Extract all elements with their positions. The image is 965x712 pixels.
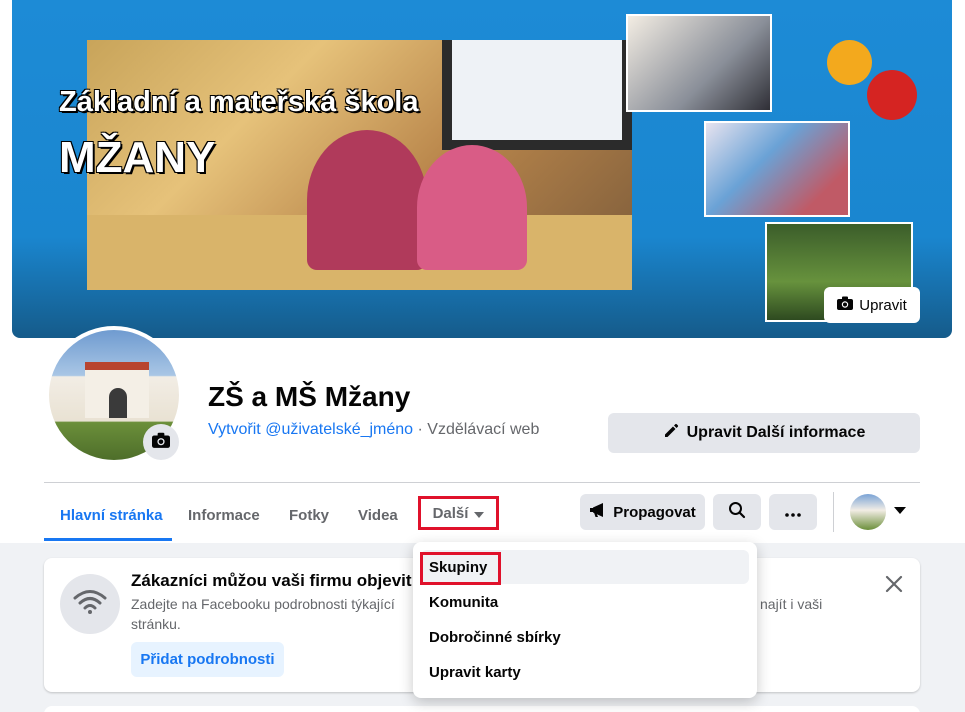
card-description: Zadejte na Facebooku podrobnosti týkajíc… — [131, 596, 395, 612]
tab-photos[interactable]: Fotky — [289, 495, 329, 535]
page-category: Vzdělávací web — [427, 421, 540, 438]
create-username-link[interactable]: Vytvořit @uživatelské_jméno — [208, 421, 413, 438]
dropdown-item-fundraisers[interactable]: Dobročinné sbírky — [421, 620, 749, 654]
header-divider — [44, 482, 920, 483]
close-card-button[interactable] — [880, 572, 908, 600]
add-details-button[interactable]: Přidat podrobnosti — [131, 642, 284, 677]
search-button[interactable] — [713, 494, 761, 530]
dropdown-item-community[interactable]: Komunita — [421, 585, 749, 619]
more-dots-icon — [785, 504, 801, 521]
pencil-icon — [663, 423, 679, 444]
highlight-box — [420, 552, 501, 585]
wifi-icon — [73, 589, 107, 620]
tab-info[interactable]: Informace — [188, 495, 260, 535]
cover-title-line1: Základní a mateřská škola — [59, 86, 419, 118]
cover-title-line2: MŽANY — [59, 133, 216, 182]
more-options-button[interactable] — [769, 494, 817, 530]
card-description-line2: stránku. — [131, 616, 181, 632]
card-description-continued: najít i vaši — [760, 596, 823, 612]
cover-collage-photo — [704, 121, 850, 217]
search-icon — [728, 501, 746, 523]
cover-photo[interactable]: Základní a mateřská škola MŽANY Upravit — [12, 0, 952, 338]
page-title: ZŠ a MŠ Mžany — [208, 381, 411, 412]
tab-more-label: Další — [432, 504, 469, 522]
vertical-divider — [833, 492, 834, 532]
edit-cover-button[interactable]: Upravit — [824, 287, 920, 323]
interactive-board — [442, 40, 632, 150]
update-profile-picture-button[interactable] — [143, 424, 179, 460]
next-card — [44, 706, 920, 712]
tab-videos[interactable]: Videa — [358, 495, 398, 535]
close-icon — [885, 575, 903, 598]
facebook-page-profile: Základní a mateřská škola MŽANY Upravit … — [0, 0, 965, 712]
camera-icon — [837, 296, 854, 314]
child-figure — [307, 130, 427, 270]
active-tab-indicator — [44, 538, 172, 541]
child-figure — [417, 145, 527, 270]
caret-down-icon — [474, 505, 485, 522]
edit-more-info-label: Upravit Další informace — [686, 424, 866, 441]
switch-profile-avatar[interactable] — [850, 494, 886, 530]
handprints-graphic — [827, 40, 917, 120]
card-title: Zákazníci můžou vaši firmu objevit snáze — [131, 571, 421, 590]
camera-icon — [152, 432, 170, 453]
wifi-icon-badge — [60, 574, 120, 634]
megaphone-icon — [589, 502, 607, 522]
separator: · — [413, 421, 428, 438]
edit-cover-label: Upravit — [859, 296, 907, 314]
caret-down-icon[interactable] — [894, 507, 906, 514]
door — [109, 388, 127, 418]
page-subtitle: Vytvořit @uživatelské_jméno · Vzdělávací… — [208, 421, 539, 439]
tab-home[interactable]: Hlavní stránka — [60, 495, 163, 535]
cover-collage-photo — [626, 14, 772, 112]
promote-label: Propagovat — [613, 503, 696, 521]
dropdown-item-edit-tabs[interactable]: Upravit karty — [421, 655, 749, 689]
promote-button[interactable]: Propagovat — [580, 494, 705, 530]
edit-more-info-button[interactable]: Upravit Další informace — [608, 413, 920, 453]
tab-more[interactable]: Další — [418, 496, 499, 530]
